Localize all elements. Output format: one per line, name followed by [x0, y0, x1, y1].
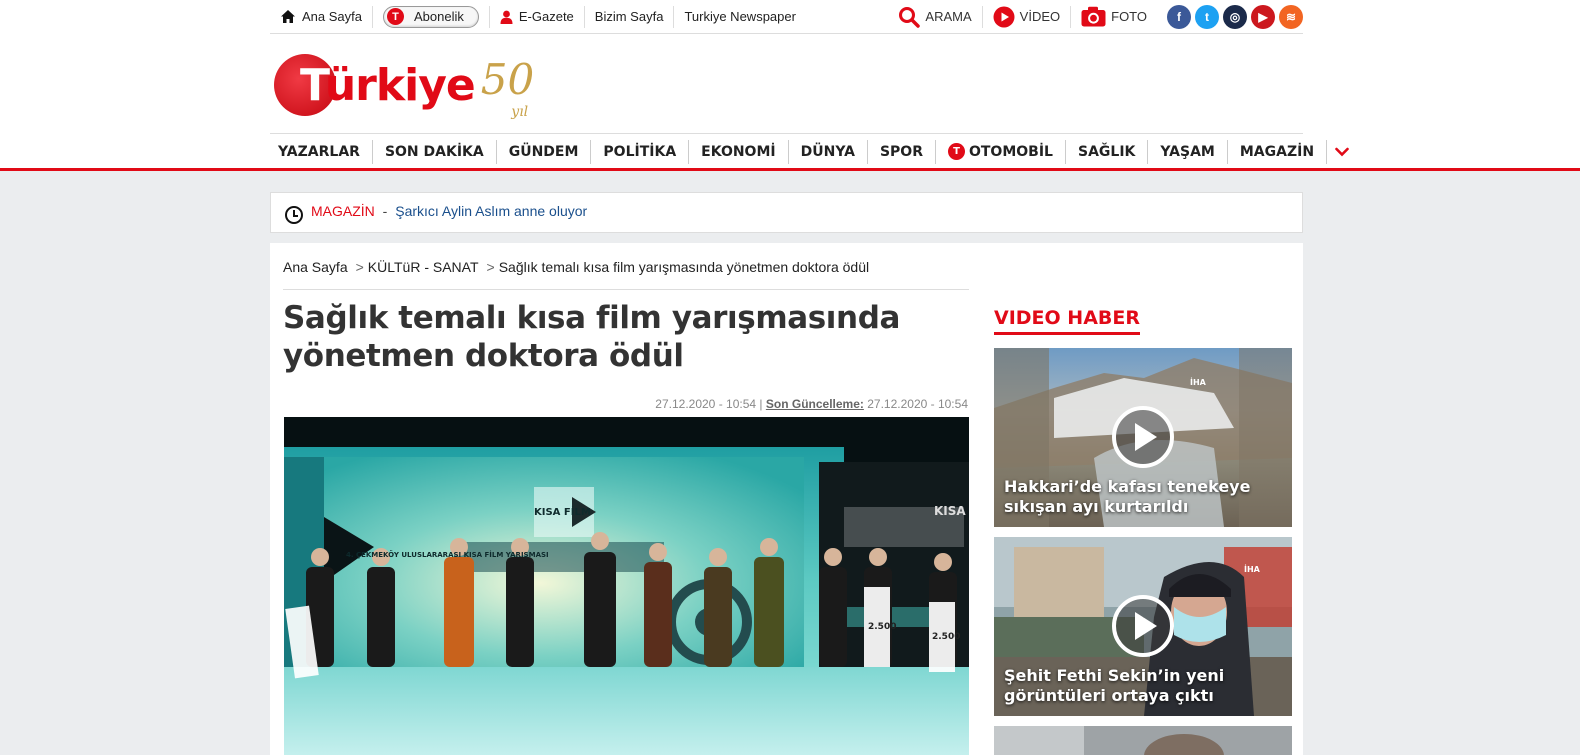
- article-title: Sağlık temalı kısa film yarışmasında yön…: [283, 300, 901, 374]
- foto-link[interactable]: FOTO: [1071, 6, 1157, 28]
- breadcrumb-current: Sağlık temalı kısa film yarışmasında yön…: [498, 259, 870, 275]
- social-links: f t ◎ ▶ ≋: [1157, 4, 1303, 29]
- site-logo[interactable]: Türkiye 50 yıl: [274, 54, 535, 120]
- video-thumbnail: [994, 726, 1292, 755]
- nav-item-otomobi̇l[interactable]: T OTOMOBİL: [936, 139, 1066, 164]
- nav-item-son daki̇ka[interactable]: SON DAKİKA: [373, 139, 497, 164]
- nav-item-yazarlar[interactable]: YAZARLAR: [270, 139, 373, 164]
- news-ticker: MAGAZİN - Şarkıcı Aylin Aslım anne oluyo…: [270, 192, 1303, 233]
- bizim-sayfa-label: Bizim Sayfa: [594, 9, 664, 24]
- article-dateline: 27.12.2020 - 10:54 | Son Güncelleme: 27.…: [655, 397, 968, 411]
- youtube-icon[interactable]: ▶: [1251, 4, 1275, 29]
- image-screen-text: KISA FİLM: [534, 504, 591, 518]
- video-card[interactable]: [994, 726, 1292, 755]
- updated-date: 27.12.2020 - 10:54: [867, 397, 968, 411]
- logo-area: Türkiye 50 yıl: [270, 40, 1303, 132]
- anniversary-50: 50: [480, 55, 535, 104]
- nav-item-label: YAŞAM: [1160, 143, 1215, 160]
- breadcrumb-section[interactable]: KÜLTüR - SANAT: [368, 259, 479, 275]
- top-bar: Ana Sayfa T Abonelik E-Gazete Bizim Sayf…: [270, 0, 1303, 34]
- nav-item-yaşam[interactable]: YAŞAM: [1148, 139, 1228, 164]
- nav-item-label: SAĞLIK: [1077, 143, 1136, 160]
- home-link[interactable]: Ana Sayfa: [270, 5, 373, 28]
- twitter-icon[interactable]: t: [1195, 4, 1219, 29]
- nav-item-spor[interactable]: SPOR: [868, 139, 936, 164]
- breadcrumb-home[interactable]: Ana Sayfa: [283, 259, 348, 275]
- prize-check-amount: 2.500: [868, 622, 896, 632]
- play-circle-icon: [993, 6, 1015, 27]
- search-icon: [899, 6, 921, 28]
- nav-more-chevron-icon[interactable]: [1327, 140, 1357, 164]
- anniversary-yil: yıl: [511, 104, 529, 120]
- play-button-icon[interactable]: [1112, 406, 1174, 468]
- image-banner-text: 4. ÇEKMEKÖY ULUSLARARASI KISA FİLM YARIŞ…: [346, 550, 549, 559]
- video-haber-title: VIDEO HABER: [994, 307, 1140, 335]
- nav-item-label: SON DAKİKA: [384, 143, 484, 160]
- nav-item-gündem[interactable]: GÜNDEM: [497, 139, 592, 164]
- facebook-icon[interactable]: f: [1167, 4, 1191, 29]
- nav-item-label: DÜNYA: [800, 143, 855, 160]
- video-label: VİDEO: [1019, 9, 1061, 24]
- ticker-separator: -: [382, 203, 388, 219]
- logo-text: Türkiye: [300, 60, 476, 111]
- turkiye-t-icon: T: [387, 8, 404, 25]
- abonelik-button[interactable]: T Abonelik: [383, 5, 479, 28]
- nav-item-label: EKONOMİ: [701, 143, 776, 160]
- breadcrumb-divider: [283, 289, 969, 290]
- home-icon: [281, 10, 295, 23]
- play-button-icon[interactable]: [1112, 595, 1174, 657]
- foto-label: FOTO: [1111, 9, 1147, 24]
- nav-item-ekonomi̇[interactable]: EKONOMİ: [689, 139, 789, 164]
- nav-item-label: MAGAZİN: [1239, 143, 1315, 160]
- breadcrumb-separator: >: [355, 259, 364, 275]
- nav-item-dünya[interactable]: DÜNYA: [789, 139, 868, 164]
- egazete-label: E-Gazete: [518, 9, 574, 24]
- rss-icon[interactable]: ≋: [1279, 4, 1303, 29]
- content-area: Ana Sayfa > KÜLTüR - SANAT > Sağlık tema…: [270, 243, 1303, 755]
- user-icon: [500, 10, 513, 24]
- video-link[interactable]: VİDEO: [983, 5, 1072, 28]
- otomobil-logo-icon: T: [947, 143, 965, 160]
- iha-watermark: İHA: [1244, 564, 1261, 574]
- article-image[interactable]: 4. ÇEKMEKÖY ULUSLARARASI KISA FİLM YARIŞ…: [284, 417, 969, 755]
- video-caption: Şehit Fethi Sekin’in yeni görüntüleri or…: [1004, 666, 1225, 705]
- breadcrumb: Ana Sayfa > KÜLTüR - SANAT > Sağlık tema…: [283, 259, 869, 275]
- nav-item-label: GÜNDEM: [508, 143, 579, 160]
- published-date: 27.12.2020 - 10:54: [655, 397, 757, 411]
- clock-icon: [285, 206, 303, 224]
- ticker-category: MAGAZİN: [311, 203, 375, 219]
- nav-item-poli̇ti̇ka[interactable]: POLİTİKA: [591, 139, 690, 164]
- updated-label: Son Güncelleme:: [765, 397, 864, 411]
- image-screen-text-right: KISA FİLM: [934, 503, 969, 518]
- abonelik-wrapper: T Abonelik: [373, 5, 490, 28]
- turkiye-newspaper-link[interactable]: Turkiye Newspaper: [674, 6, 806, 28]
- camera-icon: [1081, 6, 1106, 27]
- ticker-link[interactable]: MAGAZİN - Şarkıcı Aylin Aslım anne oluyo…: [311, 203, 587, 219]
- abonelik-label: Abonelik: [414, 9, 464, 24]
- search-link[interactable]: ARAMA: [888, 5, 983, 28]
- nav-item-label: SPOR: [879, 143, 923, 160]
- video-caption: Hakkari’de kafası tenekeye sıkışan ayı k…: [1004, 477, 1251, 516]
- egazete-link[interactable]: E-Gazete: [490, 5, 585, 28]
- turkiye-newspaper-label: Turkiye Newspaper: [684, 9, 796, 24]
- nav-item-sağlik[interactable]: SAĞLIK: [1066, 139, 1149, 164]
- nav-item-label: YAZARLAR: [278, 143, 360, 160]
- nav-item-label: POLİTİKA: [603, 143, 677, 160]
- award-ceremony-photo: 4. ÇEKMEKÖY ULUSLARARASI KISA FİLM YARIŞ…: [284, 417, 969, 755]
- bizim-sayfa-link[interactable]: Bizim Sayfa: [585, 5, 675, 28]
- breadcrumb-separator: >: [486, 259, 495, 275]
- prize-check-amount: 2.500: [932, 632, 960, 642]
- ticker-headline: Şarkıcı Aylin Aslım anne oluyor: [395, 203, 588, 219]
- iha-watermark: İHA: [1190, 377, 1207, 387]
- instagram-icon[interactable]: ◎: [1223, 4, 1247, 29]
- video-card[interactable]: İHA Hakkari’de kafası tenekeye sıkışan a…: [994, 348, 1292, 527]
- nav-item-label: OTOMOBİL: [968, 143, 1053, 160]
- search-label: ARAMA: [925, 9, 972, 24]
- video-card[interactable]: İHA Şehit Fethi Sekin’in yeni görüntüler…: [994, 537, 1292, 716]
- main-nav: YAZARLAR SON DAKİKA GÜNDEM POLİTİKA EKONOMİ D…: [270, 133, 1349, 169]
- home-label: Ana Sayfa: [302, 9, 362, 24]
- nav-item-magazi̇n[interactable]: MAGAZİN: [1228, 139, 1328, 164]
